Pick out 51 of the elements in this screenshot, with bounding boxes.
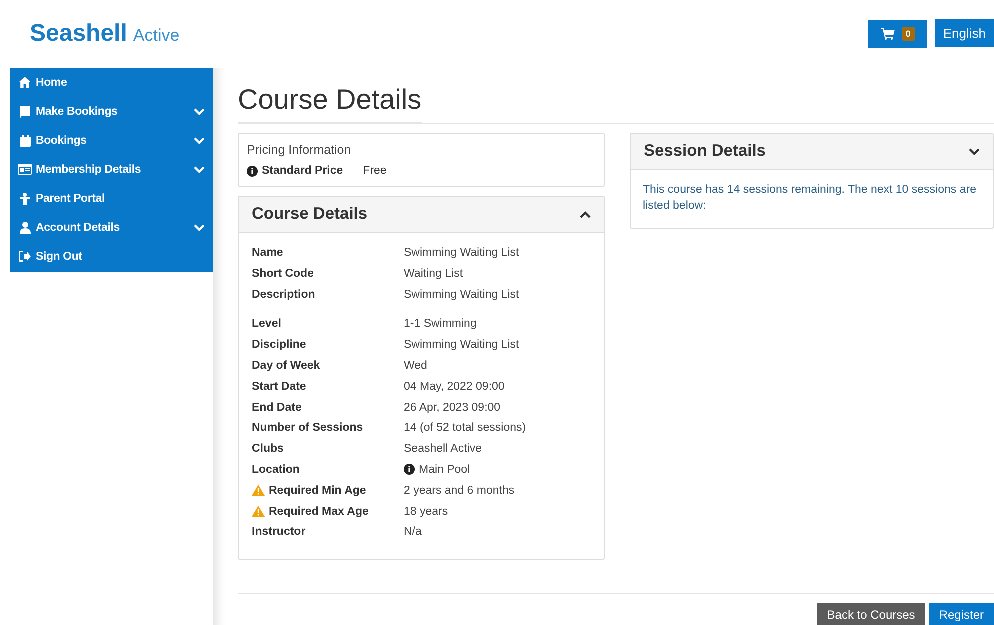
sidebar-item[interactable]: Membership Details [10, 155, 213, 184]
field-value: Main Pool [419, 464, 470, 476]
field-value: Swimming Waiting List [404, 247, 520, 259]
field-label: Required Min Age [269, 484, 366, 497]
field-label: Instructor [252, 526, 307, 538]
field-value: Waiting List [404, 268, 464, 280]
field-label: Start Date [252, 380, 308, 393]
field-label: Level [252, 318, 282, 330]
field-value: Seashell Active [404, 443, 482, 456]
field-label: Short Code [252, 268, 315, 280]
sidebar-item[interactable]: Make Bookings [10, 97, 213, 126]
register-button[interactable]: Register [929, 603, 994, 625]
sidebar-item[interactable]: Home [10, 68, 213, 97]
cart-button[interactable]: 0 [868, 20, 928, 48]
back-button[interactable]: Back to Courses [817, 603, 926, 625]
field-label: Description [252, 288, 316, 301]
field-value: 04 May, 2022 09:00 [404, 380, 505, 393]
panel-header[interactable]: Session Details [631, 134, 993, 170]
field-label: Day of Week [252, 360, 322, 372]
field-value: 2 years and 6 months [404, 484, 515, 497]
panel-header[interactable]: Course Details [239, 197, 604, 233]
field-value: 14 (of 52 total sessions) [404, 422, 526, 434]
logo-brand: Seashell [30, 20, 128, 48]
session-info-text: This course has 14 sessions remaining. The next 10 sessions are listed below: [642, 183, 978, 214]
cart-count-badge: 0 [902, 27, 915, 41]
field-value: 26 Apr, 2023 09:00 [404, 402, 501, 414]
field-label: Name [252, 247, 284, 259]
field-label: Discipline [252, 339, 308, 352]
panel-title: Session Details [644, 142, 766, 161]
sidebar-item[interactable]: Parent Portal [10, 184, 213, 213]
field-value: Swimming Waiting List [404, 339, 520, 352]
field-value: Swimming Waiting List [404, 288, 520, 301]
sidebar-item[interactable]: Bookings [10, 126, 213, 155]
logo-suffix: Active [133, 26, 180, 46]
field-label: Location [252, 464, 301, 476]
price-label: Standard Price [262, 165, 344, 177]
price-value: Free [363, 165, 387, 177]
panel-title: Course Details [252, 205, 368, 224]
field-label: End Date [252, 402, 303, 414]
sidebar-item[interactable]: Sign Out [10, 242, 213, 271]
field-value: N/a [404, 526, 422, 538]
field-value: 18 years [404, 506, 448, 518]
language-button[interactable]: English [935, 19, 994, 47]
field-label: Number of Sessions [252, 422, 364, 434]
page-title: Course Details [238, 84, 422, 123]
pricing-title: Pricing Information [247, 143, 352, 157]
field-value: Wed [404, 360, 428, 372]
field-value: 1-1 Swimming [404, 318, 477, 330]
field-label: Clubs [252, 443, 285, 456]
sidebar-item[interactable]: Account Details [10, 213, 213, 242]
field-label: Required Max Age [269, 506, 369, 518]
